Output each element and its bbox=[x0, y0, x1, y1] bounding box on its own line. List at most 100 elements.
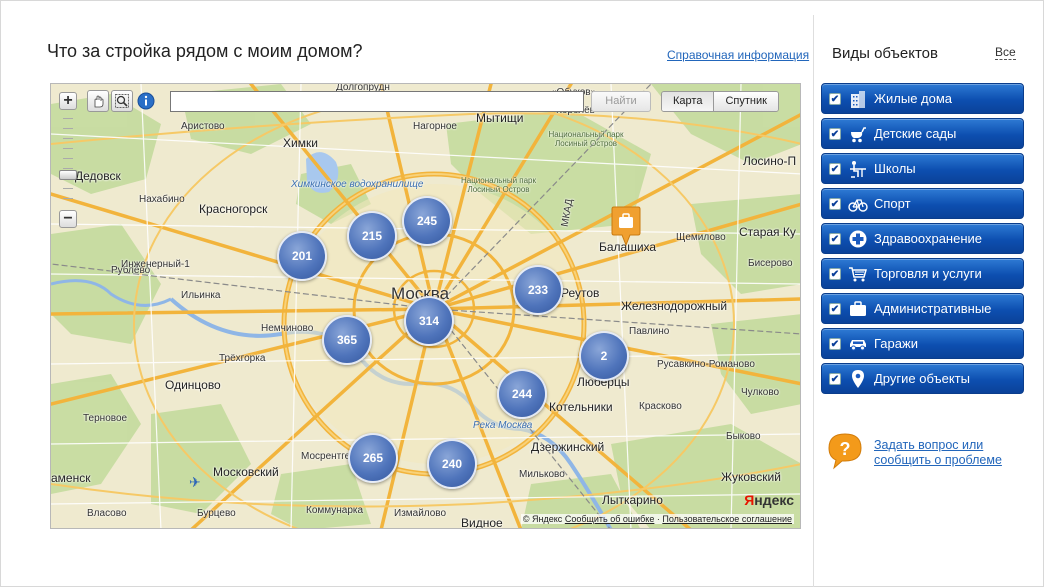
user-agreement-link[interactable]: Пользовательское соглашение bbox=[662, 514, 792, 524]
category-checkbox[interactable]: ✔ bbox=[829, 303, 841, 315]
report-error-link[interactable]: Сообщить об ошибке bbox=[565, 514, 655, 524]
zoom-tick bbox=[63, 138, 73, 139]
building-icon bbox=[851, 91, 865, 108]
magnifier-icon bbox=[115, 94, 129, 108]
map-search-input[interactable] bbox=[170, 91, 584, 112]
svg-text:?: ? bbox=[840, 439, 851, 459]
map-label-nakhabino: Нахабино bbox=[139, 194, 185, 205]
map-label-lytkarino: Лыткарино bbox=[602, 493, 663, 507]
cluster-marker[interactable]: 265 bbox=[348, 433, 398, 483]
category-checkbox[interactable]: ✔ bbox=[829, 338, 841, 350]
map-toolbar bbox=[87, 90, 157, 112]
category-administrative[interactable]: ✔ Административные bbox=[821, 293, 1024, 324]
category-garages[interactable]: ✔ Гаражи bbox=[821, 328, 1024, 359]
cluster-marker[interactable]: 314 bbox=[404, 296, 454, 346]
category-label: Детские сады bbox=[874, 126, 957, 141]
cluster-marker[interactable]: 201 bbox=[277, 231, 327, 281]
category-residential[interactable]: ✔ Жилые дома bbox=[821, 83, 1024, 114]
layer-map-button[interactable]: Карта bbox=[662, 92, 714, 111]
cluster-marker[interactable]: 2 bbox=[579, 331, 629, 381]
cluster-marker[interactable]: 233 bbox=[513, 265, 563, 315]
map-label-bykovo: Быково bbox=[726, 431, 761, 442]
zoom-out-button[interactable]: − bbox=[59, 210, 77, 228]
layer-switcher: Карта Спутник bbox=[661, 91, 779, 112]
map-label-moskovsky: Московский bbox=[213, 465, 279, 479]
map-label-np-2: Национальный парк Лосиный Остров bbox=[460, 176, 537, 194]
map-label-chulkovo: Чулково bbox=[741, 387, 780, 398]
map-label-losino: Лосино-П bbox=[743, 154, 797, 168]
map-label-np-1: Национальный парк Лосиный Остров bbox=[548, 130, 624, 148]
ask-question-link[interactable]: Задать вопрос или сообщить о проблеме bbox=[874, 438, 1002, 468]
stroller-icon bbox=[851, 127, 866, 143]
category-healthcare[interactable]: ✔ Здравоохранение bbox=[821, 223, 1024, 254]
zoom-tick bbox=[63, 148, 73, 149]
car-icon bbox=[850, 340, 866, 351]
category-checkbox[interactable]: ✔ bbox=[829, 163, 841, 175]
map-label-ilinsky: Ильинка bbox=[181, 290, 221, 301]
map-label-kommunarka: Коммунарка bbox=[306, 505, 364, 516]
cluster-marker[interactable]: 215 bbox=[347, 211, 397, 261]
map-label-biserovo: Бисерово bbox=[748, 258, 793, 269]
question-bubble-icon[interactable]: ? bbox=[825, 431, 865, 471]
info-button[interactable] bbox=[135, 90, 157, 112]
map-label-zhukovsky: Жуковский bbox=[721, 470, 781, 484]
category-kindergartens[interactable]: ✔ Детские сады bbox=[821, 118, 1024, 149]
cluster-marker[interactable]: 240 bbox=[427, 439, 477, 489]
zoom-tick bbox=[63, 118, 73, 119]
briefcase-pin-icon[interactable] bbox=[611, 205, 641, 247]
category-checkbox[interactable]: ✔ bbox=[829, 198, 841, 210]
map-label-aristovo: Аристово bbox=[181, 121, 225, 132]
category-checkbox[interactable]: ✔ bbox=[829, 268, 841, 280]
map-label-moskva-river: Река Москва bbox=[473, 420, 533, 431]
zoom-in-button[interactable]: + bbox=[59, 92, 77, 110]
category-label: Гаражи bbox=[874, 336, 918, 351]
map-label-pavlino: Павлино bbox=[629, 326, 670, 337]
zoom-slider[interactable] bbox=[59, 112, 77, 208]
sidebar-divider bbox=[813, 15, 814, 587]
category-schools[interactable]: ✔ Школы bbox=[821, 153, 1024, 184]
map-label-tekhnosad: Трёхгорка bbox=[219, 353, 266, 364]
medical-cross-icon bbox=[849, 230, 867, 248]
map-label-dedovsk: Дедовск bbox=[75, 169, 121, 183]
map-label-ternovoe: Терновое bbox=[83, 413, 128, 424]
cluster-marker[interactable]: 245 bbox=[402, 196, 452, 246]
map-pin-icon bbox=[852, 370, 864, 388]
category-label: Жилые дома bbox=[874, 91, 953, 106]
magnifier-tool-button[interactable] bbox=[111, 90, 133, 112]
map-label-khimki: Химки bbox=[283, 136, 318, 150]
help-link[interactable]: Справочная информация bbox=[667, 48, 809, 62]
category-checkbox[interactable]: ✔ bbox=[829, 128, 841, 140]
page: Что за стройка рядом с моим домом? Справ… bbox=[0, 0, 1044, 587]
map-label-mytishchi: Мытищи bbox=[476, 111, 524, 125]
page-title: Что за стройка рядом с моим домом? bbox=[47, 41, 363, 61]
briefcase-icon bbox=[850, 301, 866, 316]
find-button[interactable]: Найти bbox=[591, 91, 651, 112]
map-label-odintsovo: Одинцово bbox=[165, 378, 221, 392]
sidebar-title: Виды объектов bbox=[832, 45, 938, 62]
cluster-marker[interactable]: 365 bbox=[322, 315, 372, 365]
category-checkbox[interactable]: ✔ bbox=[829, 373, 841, 385]
category-trade[interactable]: ✔ Торговля и услуги bbox=[821, 258, 1024, 289]
map-label-khimki-reservoir: Химкинское водохранилище bbox=[291, 179, 424, 190]
info-icon bbox=[137, 92, 155, 110]
map-label-burtsevo: Бурцево bbox=[197, 508, 236, 519]
zoom-thumb[interactable] bbox=[59, 170, 77, 180]
hand-tool-button[interactable] bbox=[87, 90, 109, 112]
bicycle-icon bbox=[848, 199, 868, 212]
map-label-kotelniki: Котельники bbox=[549, 400, 613, 414]
map-label-staraya-kupavna: Старая Ку bbox=[739, 225, 796, 239]
category-checkbox[interactable]: ✔ bbox=[829, 93, 841, 105]
category-other[interactable]: ✔ Другие объекты bbox=[821, 363, 1024, 394]
select-all-link[interactable]: Все bbox=[995, 45, 1016, 60]
category-sport[interactable]: ✔ Спорт bbox=[821, 188, 1024, 219]
cluster-marker[interactable]: 244 bbox=[497, 369, 547, 419]
category-checkbox[interactable]: ✔ bbox=[829, 233, 841, 245]
layer-satellite-button[interactable]: Спутник bbox=[713, 92, 778, 111]
category-list: ✔ Жилые дома ✔ Детские сады ✔ Школы ✔ Сп… bbox=[821, 83, 1024, 398]
map-label-shchemilovo: Щемилово bbox=[676, 232, 726, 243]
category-label: Торговля и услуги bbox=[874, 266, 982, 281]
shopping-cart-icon bbox=[849, 267, 867, 282]
map-label-vlasovo: Власово bbox=[87, 508, 127, 519]
copyright-brand: © Яндекс bbox=[522, 514, 563, 524]
map[interactable]: Мытищи Королёв «Обухов» Долгопрудн Химки… bbox=[50, 83, 801, 529]
